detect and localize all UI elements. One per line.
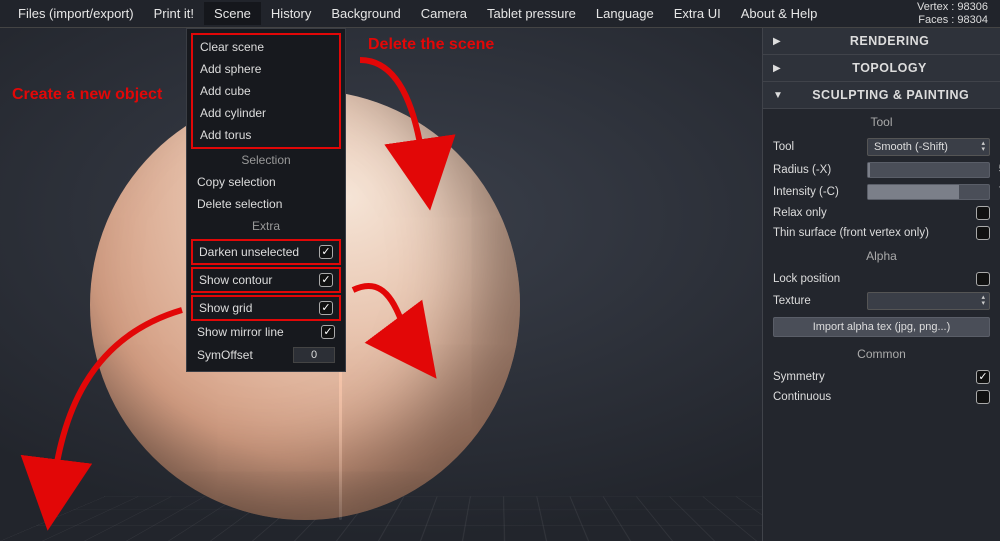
darken-label: Darken unselected <box>199 245 299 259</box>
tool-select[interactable]: Smooth (-Shift) <box>867 138 990 156</box>
scene-add-torus[interactable]: Add torus <box>194 124 338 146</box>
relax-row: Relax only <box>763 203 1000 223</box>
scene-add-sphere[interactable]: Add sphere <box>194 58 338 80</box>
contour-label: Show contour <box>199 273 272 287</box>
continuous-row: Continuous <box>763 387 1000 407</box>
dropdown-selection-header: Selection <box>191 149 341 171</box>
texture-row: Texture <box>763 289 1000 313</box>
menu-history[interactable]: History <box>261 2 321 25</box>
menu-background[interactable]: Background <box>321 2 410 25</box>
thin-label: Thin surface (front vertex only) <box>773 227 970 239</box>
lock-row: Lock position <box>763 269 1000 289</box>
scene-copy-selection[interactable]: Copy selection <box>191 171 341 193</box>
chevron-right-icon: ▶ <box>773 63 781 74</box>
scene-show-mirror[interactable]: Show mirror line <box>191 321 341 343</box>
continuous-checkbox[interactable] <box>976 390 990 404</box>
side-panel: ▶ RENDERING ▶ TOPOLOGY ▼ SCULPTING & PAI… <box>762 28 1000 541</box>
common-subheader: Common <box>763 341 1000 367</box>
dropdown-extra-header: Extra <box>191 215 341 237</box>
grid-checkbox[interactable] <box>319 301 333 315</box>
darken-checkbox[interactable] <box>319 245 333 259</box>
continuous-label: Continuous <box>773 391 970 403</box>
radius-row: Radius (-X) 50 <box>763 159 1000 181</box>
tool-row: Tool Smooth (-Shift) <box>763 135 1000 159</box>
grid-label: Show grid <box>199 301 252 315</box>
scene-dropdown: Clear scene Add sphere Add cube Add cyli… <box>186 28 346 372</box>
menu-extra-ui[interactable]: Extra UI <box>664 2 731 25</box>
menubar: Files (import/export) Print it! Scene Hi… <box>0 0 1000 28</box>
scene-clear[interactable]: Clear scene <box>194 36 338 58</box>
radius-slider[interactable]: 50 <box>867 162 990 178</box>
intensity-label: Intensity (-C) <box>773 186 861 198</box>
lock-label: Lock position <box>773 273 970 285</box>
radius-label: Radius (-X) <box>773 164 861 176</box>
menu-files[interactable]: Files (import/export) <box>8 2 144 25</box>
section-sculpting[interactable]: ▼ SCULPTING & PAINTING <box>763 82 1000 109</box>
alpha-subheader: Alpha <box>763 243 1000 269</box>
scene-create-group: Clear scene Add sphere Add cube Add cyli… <box>191 33 341 149</box>
lock-checkbox[interactable] <box>976 272 990 286</box>
mirror-label: Show mirror line <box>197 325 284 339</box>
scene-add-cube[interactable]: Add cube <box>194 80 338 102</box>
scene-darken-unselected[interactable]: Darken unselected <box>191 239 341 265</box>
symoffset-label: SymOffset <box>197 348 253 362</box>
scene-show-contour[interactable]: Show contour <box>191 267 341 293</box>
scene-symoffset-row: SymOffset 0 <box>191 343 341 367</box>
thin-row: Thin surface (front vertex only) <box>763 223 1000 243</box>
intensity-slider[interactable]: 75 <box>867 184 990 200</box>
scene-add-cylinder[interactable]: Add cylinder <box>194 102 338 124</box>
topology-title: TOPOLOGY <box>789 61 990 75</box>
rendering-title: RENDERING <box>789 34 990 48</box>
intensity-value: 75 <box>993 185 1000 197</box>
face-count: Faces : 98304 <box>917 14 988 27</box>
sculpting-title: SCULPTING & PAINTING <box>791 88 990 102</box>
import-alpha-button[interactable]: Import alpha tex (jpg, png...) <box>773 317 990 337</box>
vertex-count: Vertex : 98306 <box>917 1 988 14</box>
menu-camera[interactable]: Camera <box>411 2 477 25</box>
chevron-down-icon: ▼ <box>773 90 783 101</box>
menu-about[interactable]: About & Help <box>731 2 828 25</box>
tool-label: Tool <box>773 141 861 153</box>
symmetry-label: Symmetry <box>773 371 970 383</box>
section-rendering[interactable]: ▶ RENDERING <box>763 28 1000 55</box>
menu-tablet[interactable]: Tablet pressure <box>477 2 586 25</box>
mesh-stats: Vertex : 98306 Faces : 98304 <box>917 1 992 27</box>
radius-value: 50 <box>993 163 1000 175</box>
symoffset-input[interactable]: 0 <box>293 347 335 363</box>
scene-delete-selection[interactable]: Delete selection <box>191 193 341 215</box>
mirror-checkbox[interactable] <box>321 325 335 339</box>
thin-checkbox[interactable] <box>976 226 990 240</box>
texture-select[interactable] <box>867 292 990 310</box>
contour-checkbox[interactable] <box>319 273 333 287</box>
chevron-right-icon: ▶ <box>773 36 781 47</box>
symmetry-checkbox[interactable] <box>976 370 990 384</box>
relax-label: Relax only <box>773 207 970 219</box>
menu-print[interactable]: Print it! <box>144 2 204 25</box>
texture-label: Texture <box>773 295 861 307</box>
symmetry-row: Symmetry <box>763 367 1000 387</box>
menu-scene[interactable]: Scene <box>204 2 261 25</box>
tool-subheader: Tool <box>763 109 1000 135</box>
relax-checkbox[interactable] <box>976 206 990 220</box>
section-topology[interactable]: ▶ TOPOLOGY <box>763 55 1000 82</box>
intensity-row: Intensity (-C) 75 <box>763 181 1000 203</box>
scene-show-grid[interactable]: Show grid <box>191 295 341 321</box>
menu-language[interactable]: Language <box>586 2 664 25</box>
